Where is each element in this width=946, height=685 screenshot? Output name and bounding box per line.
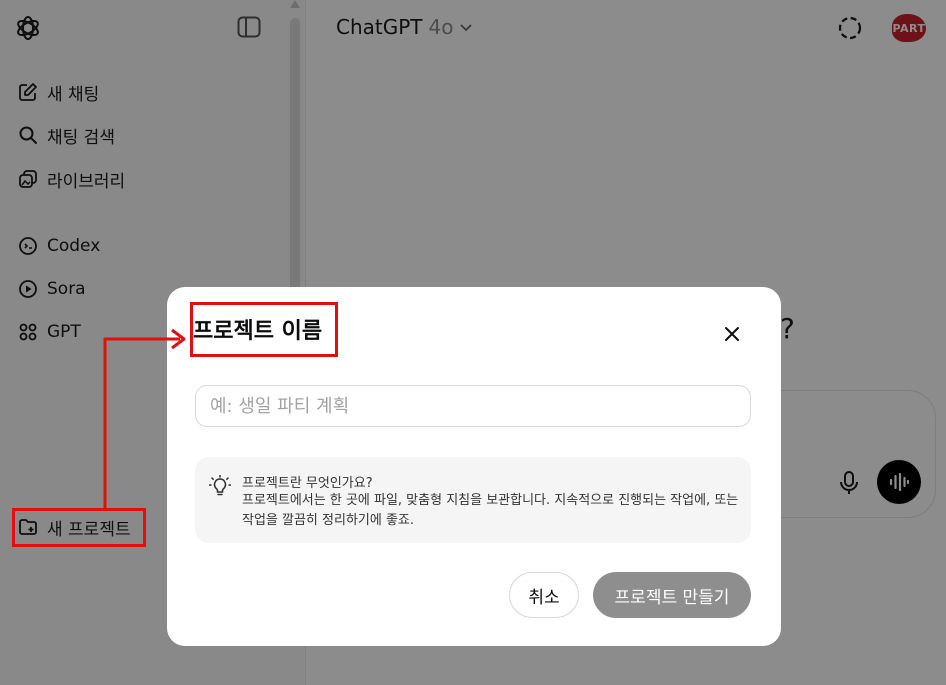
info-body: 프로젝트에서는 한 곳에 파일, 맞춤형 지침을 보관합니다. 지속적으로 진행… [242,493,739,528]
highlight-box-title [190,302,338,357]
lightbulb-icon [209,475,231,496]
cancel-button[interactable]: 취소 [509,572,579,618]
highlight-box-new-project [12,508,146,547]
create-project-button[interactable]: 프로젝트 만들기 [593,572,751,618]
project-name-input[interactable] [195,385,751,427]
info-title: 프로젝트란 무엇인가요? [242,476,373,491]
project-info-box: 프로젝트란 무엇인가요? 프로젝트에서는 한 곳에 파일, 맞춤형 지침을 보관… [195,457,751,543]
close-icon[interactable] [723,325,741,343]
